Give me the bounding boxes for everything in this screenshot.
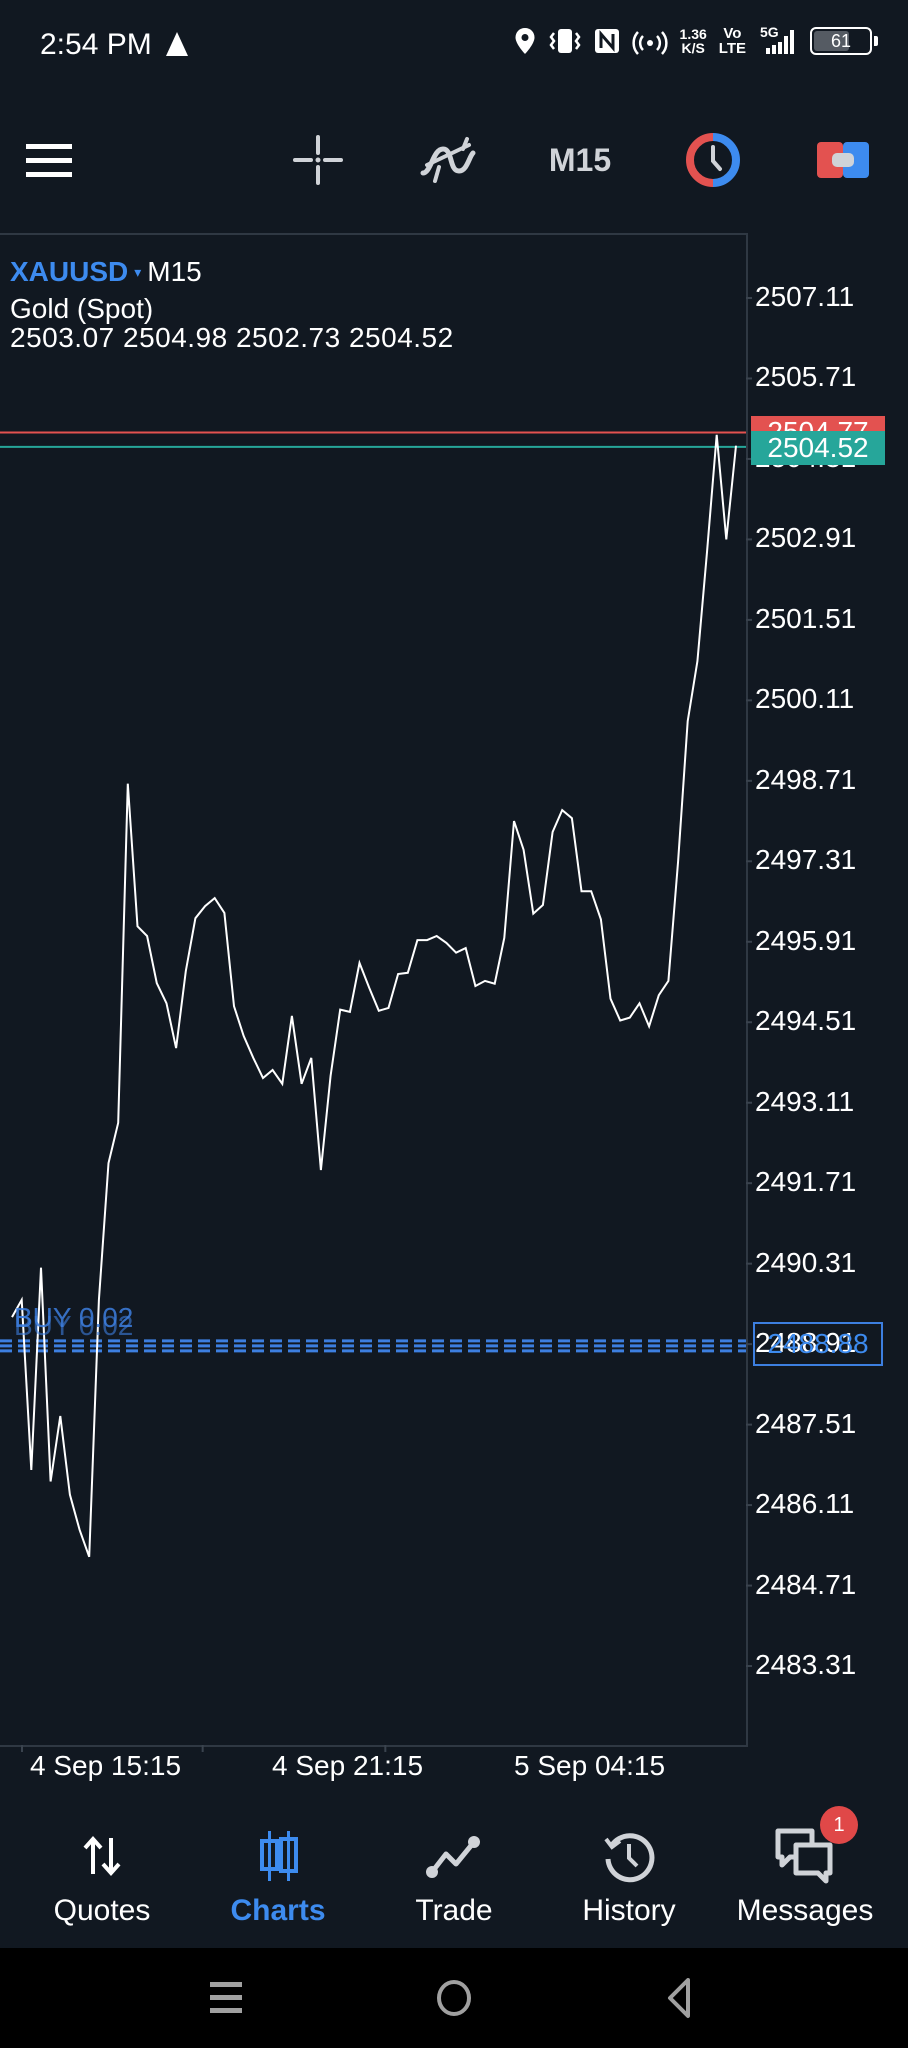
y-axis-label: 2484.71 xyxy=(755,1568,857,1600)
back-button[interactable] xyxy=(640,1970,720,2026)
home-icon xyxy=(437,1980,471,2016)
recents-icon xyxy=(210,1982,242,2013)
y-axis-label: 2494.51 xyxy=(755,1005,857,1037)
time-axis-label: 4 Sep 15:15 xyxy=(30,1750,182,1781)
buy-position-label[interactable]: BUY 0.02 xyxy=(14,1302,133,1334)
nav-label: History xyxy=(582,1894,676,1927)
ohlc-values: 2503.07 2504.98 2502.73 2504.52 xyxy=(10,322,454,353)
nav-tab-charts[interactable]: Charts xyxy=(193,1800,363,1946)
symbol-selector[interactable]: XAUUSD ▾ M15 xyxy=(10,256,202,288)
chart-timeframe: M15 xyxy=(147,256,202,287)
price-line-series xyxy=(11,434,737,1558)
y-axis-label: 2507.11 xyxy=(755,281,855,312)
back-icon xyxy=(668,1978,690,2018)
system-navigation-bar xyxy=(0,1948,908,2048)
symbol-dropdown-icon[interactable]: ▾ xyxy=(134,264,141,281)
y-axis-label: 2486.11 xyxy=(755,1488,855,1520)
history-clock-icon xyxy=(602,1828,656,1884)
y-axis-label: 2505.71 xyxy=(755,361,857,393)
y-axis-label: 2500.11 xyxy=(755,683,855,715)
nav-tab-history[interactable]: History xyxy=(544,1800,714,1946)
home-button[interactable] xyxy=(414,1970,494,2026)
y-axis-label: 2497.31 xyxy=(755,844,857,876)
nav-label: Charts xyxy=(230,1894,326,1927)
y-axis-label: 2502.91 xyxy=(755,522,857,554)
nav-tab-quotes[interactable]: Quotes xyxy=(17,1800,187,1946)
charts-candles-icon xyxy=(256,1828,300,1884)
nav-label: Messages xyxy=(736,1894,874,1927)
symbol-name[interactable]: XAUUSD xyxy=(10,256,128,288)
time-axis-label: 5 Sep 04:15 xyxy=(514,1750,666,1781)
trade-line-icon xyxy=(426,1828,482,1884)
y-axis-label: 2483.31 xyxy=(755,1649,857,1681)
bid-price-tag: 2504.52 xyxy=(751,431,885,465)
symbol-description: Gold (Spot) xyxy=(10,293,154,324)
recents-button[interactable] xyxy=(186,1970,266,2026)
messages-badge: 1 xyxy=(820,1806,858,1844)
nav-label: Trade xyxy=(415,1894,493,1927)
nav-tab-messages[interactable]: Messages xyxy=(720,1800,890,1946)
quotes-arrows-icon xyxy=(80,1828,124,1884)
y-axis-label: 2490.31 xyxy=(755,1246,857,1278)
bottom-navigation: Quotes Charts Trade History Messages xyxy=(0,1800,908,1946)
y-axis-label: 2491.71 xyxy=(755,1166,857,1198)
nav-tab-trade[interactable]: Trade xyxy=(369,1800,539,1946)
y-axis-label: 2498.71 xyxy=(755,763,857,795)
y-axis-label: 2501.51 xyxy=(755,602,857,634)
time-axis-label: 4 Sep 21:15 xyxy=(272,1750,424,1781)
position-price-tag[interactable]: 2488.88 xyxy=(753,1322,883,1366)
y-axis-label: 2487.51 xyxy=(755,1407,857,1439)
y-axis-label: 2495.91 xyxy=(755,924,857,956)
y-axis-label: 2493.11 xyxy=(755,1085,855,1117)
nav-label: Quotes xyxy=(53,1894,151,1927)
